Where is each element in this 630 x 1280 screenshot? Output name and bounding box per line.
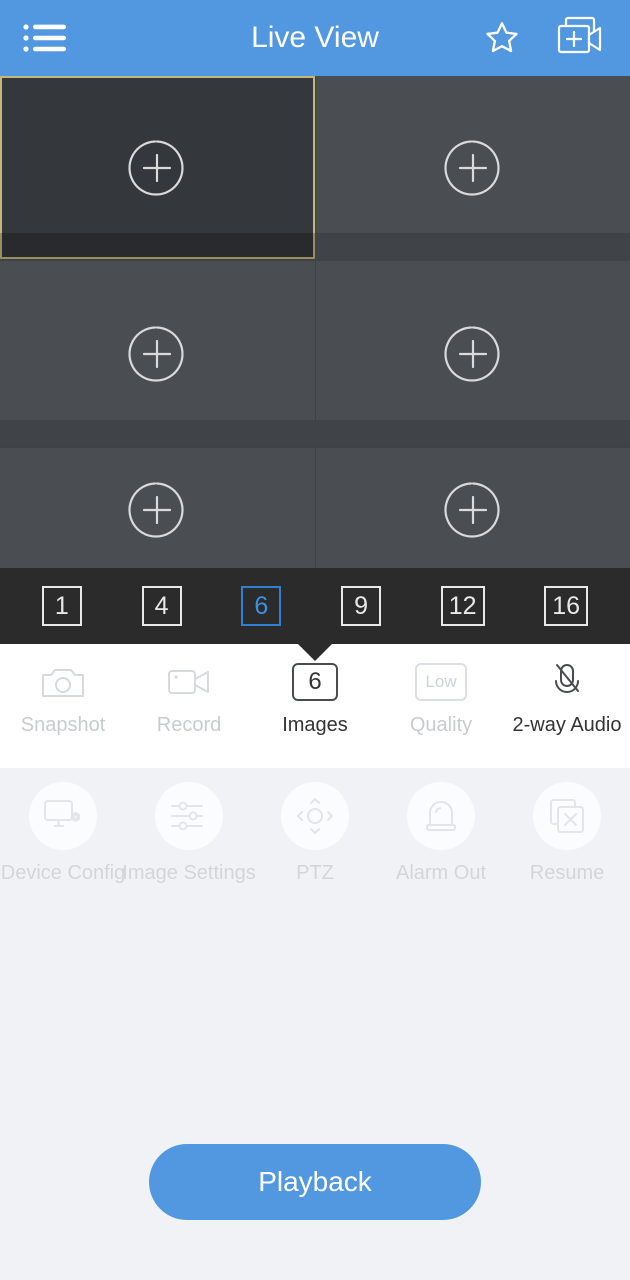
- app-header: Live View: [0, 0, 630, 76]
- close-windows-icon: [533, 782, 601, 850]
- primary-toolbar: Snapshot Record 6 Images Low Quality 2-w…: [0, 644, 630, 768]
- add-channel-icon[interactable]: [126, 323, 188, 385]
- layout-option-9[interactable]: 9: [341, 586, 382, 626]
- add-channel-icon[interactable]: [442, 137, 504, 199]
- tool-image-settings[interactable]: Image Settings: [122, 782, 256, 885]
- tool-2-way-audio[interactable]: 2-way Audio: [507, 660, 627, 737]
- tool-images[interactable]: 6 Images: [255, 660, 375, 737]
- add-channel-icon[interactable]: [126, 137, 188, 199]
- playback-button[interactable]: Playback: [149, 1144, 481, 1220]
- cell-status-strip: [0, 420, 315, 446]
- tool-label: Snapshot: [20, 714, 106, 736]
- add-channel-icon[interactable]: [442, 479, 504, 541]
- tool-alarm-out[interactable]: Alarm Out: [379, 782, 503, 885]
- layout-option-1[interactable]: 1: [41, 586, 82, 626]
- quality-badge: Low: [415, 660, 467, 704]
- video-cell-6[interactable]: [315, 448, 630, 568]
- star-outline-icon[interactable]: [482, 18, 522, 58]
- monitor-gear-icon: [29, 782, 97, 850]
- tool-label: Image Settings: [122, 862, 256, 884]
- video-grid: [0, 76, 630, 568]
- video-camera-icon: [166, 660, 212, 704]
- layout-option-4[interactable]: 4: [141, 586, 182, 626]
- header-right-group: [482, 15, 608, 61]
- tool-device-config[interactable]: Device Config: [1, 782, 125, 885]
- content-spacer: [0, 908, 630, 1144]
- header-left-group: [22, 21, 66, 55]
- images-count-value: 6: [292, 663, 338, 701]
- cell-status-strip: [315, 420, 630, 446]
- video-cell-3[interactable]: [0, 261, 315, 446]
- tool-label: Quality: [409, 714, 473, 736]
- tool-label: 2-way Audio: [512, 714, 622, 736]
- layout-option-16[interactable]: 16: [544, 586, 589, 626]
- list-menu-icon[interactable]: [22, 21, 66, 55]
- video-cell-4[interactable]: [315, 261, 630, 446]
- tool-label: Images: [282, 714, 348, 736]
- live-view-screen: Live View 1 4 6 9 12 16 Snapshot Record …: [0, 0, 630, 1280]
- camera-icon: [40, 660, 86, 704]
- quality-value: Low: [415, 663, 467, 701]
- sliders-icon: [155, 782, 223, 850]
- tool-label: Alarm Out: [395, 862, 487, 884]
- tool-label: Record: [156, 714, 222, 736]
- ptz-direction-icon: [281, 782, 349, 850]
- secondary-toolbar: Device Config Image Settings PTZ Alarm O…: [0, 768, 630, 908]
- video-cell-1[interactable]: [0, 76, 315, 259]
- tool-resume[interactable]: Resume: [505, 782, 629, 885]
- video-cell-2[interactable]: [315, 76, 630, 259]
- tool-ptz[interactable]: PTZ: [253, 782, 377, 885]
- images-count-badge: 6: [292, 660, 338, 704]
- siren-icon: [407, 782, 475, 850]
- playback-area: Playback: [0, 1144, 630, 1280]
- tool-label: Device Config: [0, 862, 126, 884]
- tool-snapshot[interactable]: Snapshot: [3, 660, 123, 737]
- video-cell-5[interactable]: [0, 448, 315, 568]
- layout-selector-bar: 1 4 6 9 12 16: [0, 568, 630, 661]
- add-channel-icon[interactable]: [442, 323, 504, 385]
- layout-option-6[interactable]: 6: [241, 586, 282, 626]
- tool-record[interactable]: Record: [129, 660, 249, 737]
- add-camera-icon[interactable]: [554, 15, 608, 61]
- add-channel-icon[interactable]: [126, 479, 188, 541]
- tool-label: PTZ: [296, 862, 334, 884]
- cell-status-strip: [0, 233, 315, 259]
- cell-status-strip: [315, 233, 630, 259]
- tool-quality[interactable]: Low Quality: [381, 660, 501, 737]
- layout-option-12[interactable]: 12: [440, 586, 485, 626]
- layout-bar-pointer: [297, 643, 333, 661]
- tool-label: Resume: [529, 862, 605, 884]
- mic-muted-icon: [549, 660, 585, 704]
